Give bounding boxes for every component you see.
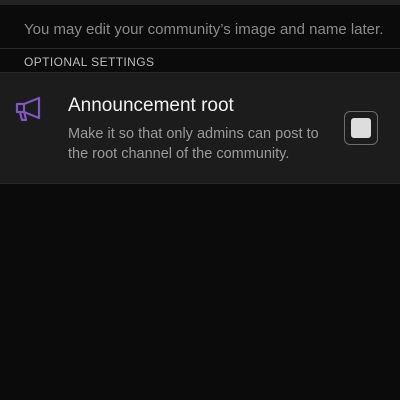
divider	[0, 48, 400, 49]
announcement-root-checkbox[interactable]	[344, 111, 378, 145]
edit-later-hint: You may edit your community’s image and …	[24, 21, 384, 38]
announcement-root-title: Announcement root	[68, 95, 234, 116]
community-settings-screen: You may edit your community’s image and …	[0, 0, 400, 400]
announcement-root-row[interactable]: Announcement root Make it so that only a…	[0, 72, 400, 184]
section-label-optional-settings: OPTIONAL SETTINGS	[24, 55, 155, 69]
top-strip	[0, 0, 400, 5]
checkbox-box	[351, 118, 371, 138]
announcement-root-description: Make it so that only admins can post to …	[68, 126, 319, 162]
megaphone-icon	[14, 95, 46, 123]
